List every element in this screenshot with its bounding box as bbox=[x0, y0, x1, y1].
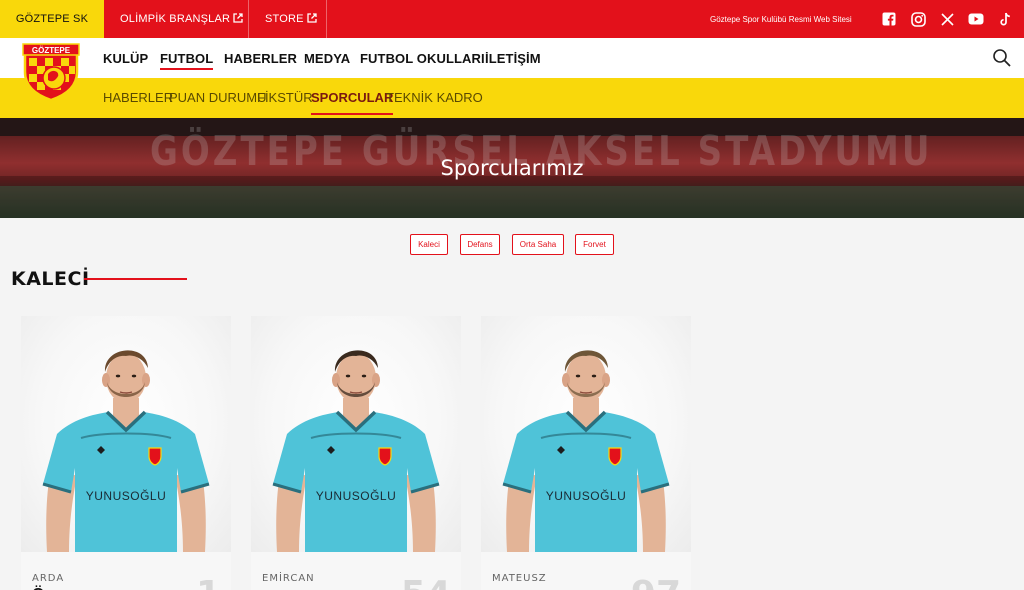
filter-defans[interactable]: Defans bbox=[460, 234, 500, 255]
nav-kulup[interactable]: KULÜP bbox=[103, 38, 148, 78]
instagram-icon[interactable] bbox=[910, 11, 926, 27]
player-number: 1 bbox=[196, 574, 221, 590]
tiktok-icon[interactable] bbox=[997, 11, 1013, 27]
brand-link[interactable]: GÖZTEPE SK bbox=[0, 0, 104, 38]
section-underline bbox=[84, 278, 187, 280]
player-number: 54 bbox=[401, 574, 451, 590]
facebook-icon[interactable] bbox=[881, 11, 897, 27]
search-icon[interactable] bbox=[992, 48, 1012, 68]
hero-banner: GÖZTEPE GÜRSEL AKSEL STADYUMU Sporcuları… bbox=[0, 118, 1024, 218]
olympic-branches-link[interactable]: OLİMPİK BRANŞLAR bbox=[104, 0, 259, 38]
player-card[interactable]: YUNUSOĞLU ARDA Ö 1 bbox=[21, 316, 231, 590]
subnav-puan-durumu[interactable]: PUAN DURUMU bbox=[169, 78, 267, 116]
nav-futbol[interactable]: FUTBOL bbox=[160, 38, 214, 78]
player-photo: YUNUSOĞLU bbox=[251, 316, 461, 552]
youtube-icon[interactable] bbox=[968, 11, 984, 27]
svg-text:YUNUSOĞLU: YUNUSOĞLU bbox=[86, 488, 167, 503]
store-label: STORE bbox=[265, 13, 304, 25]
section-title: KALECİ bbox=[11, 268, 90, 290]
top-bar: GÖZTEPE SK OLİMPİK BRANŞLAR STORE Göztep… bbox=[0, 0, 1024, 38]
club-logo[interactable]: GÖZTEPE bbox=[17, 42, 85, 102]
player-first-name: MATEUSZ bbox=[492, 573, 547, 584]
filter-kaleci[interactable]: Kaleci bbox=[410, 234, 448, 255]
x-icon[interactable] bbox=[939, 11, 955, 27]
player-figure: YUNUSOĞLU bbox=[502, 350, 670, 552]
player-number: 97 bbox=[631, 574, 681, 590]
player-photo: YUNUSOĞLU bbox=[481, 316, 691, 552]
nav-futbol-okullari[interactable]: FUTBOL OKULLARI bbox=[360, 38, 485, 78]
store-link[interactable]: STORE bbox=[249, 0, 333, 38]
external-link-icon bbox=[233, 12, 243, 26]
official-site-text: Göztepe Spor Kulübü Resmi Web Sitesi bbox=[710, 14, 852, 24]
player-figure: YUNUSOĞLU bbox=[272, 350, 440, 552]
divider bbox=[326, 0, 327, 38]
nav-iletisim[interactable]: İLETİŞİM bbox=[485, 38, 541, 78]
svg-text:YUNUSOĞLU: YUNUSOĞLU bbox=[316, 488, 397, 503]
svg-text:YUNUSOĞLU: YUNUSOĞLU bbox=[546, 488, 627, 503]
svg-text:GÖZTEPE: GÖZTEPE bbox=[32, 46, 71, 55]
player-photo: YUNUSOĞLU bbox=[21, 316, 231, 552]
filter-orta-saha[interactable]: Orta Saha bbox=[512, 234, 564, 255]
nav-haberler[interactable]: HABERLER bbox=[224, 38, 297, 78]
nav-medya[interactable]: MEDYA bbox=[304, 38, 350, 78]
player-first-name: ARDA bbox=[32, 573, 65, 584]
player-card[interactable]: YUNUSOĞLU MATEUSZ 97 bbox=[481, 316, 691, 590]
olympic-branches-label: OLİMPİK BRANŞLAR bbox=[120, 13, 231, 25]
page-title: Sporcularımız bbox=[440, 156, 584, 180]
player-card[interactable]: YUNUSOĞLU EMİRCAN 54 bbox=[251, 316, 461, 590]
subnav-sporcular[interactable]: SPORCULAR bbox=[311, 78, 394, 116]
subnav-fikstur[interactable]: FİKSTÜR bbox=[257, 78, 313, 116]
player-first-name: EMİRCAN bbox=[262, 573, 315, 584]
external-link-icon bbox=[307, 12, 317, 26]
subnav-haberler[interactable]: HABERLER bbox=[103, 78, 173, 116]
player-figure: YUNUSOĞLU bbox=[42, 350, 210, 552]
player-last-name: Ö bbox=[32, 586, 44, 590]
filter-forvet[interactable]: Forvet bbox=[575, 234, 614, 255]
subnav-teknik-kadro[interactable]: TEKNİK KADRO bbox=[386, 78, 483, 116]
